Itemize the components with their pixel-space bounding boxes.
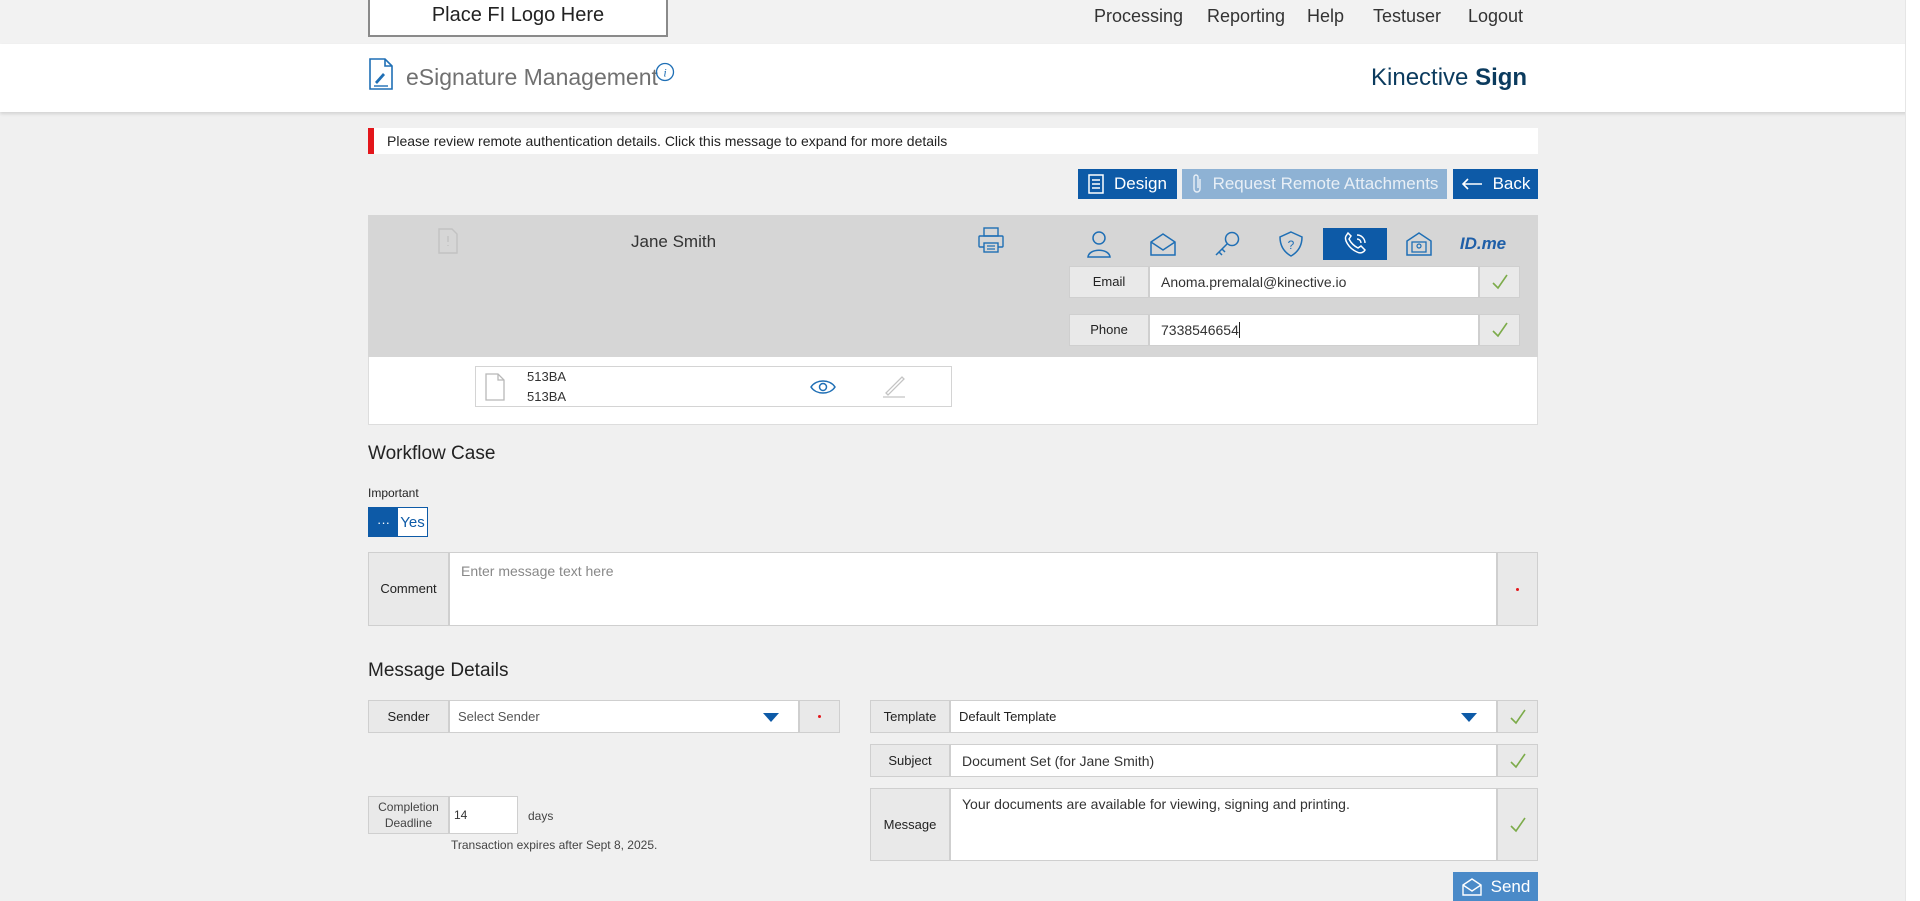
comment-label: Comment bbox=[368, 552, 449, 626]
info-icon[interactable]: i bbox=[655, 62, 675, 87]
message-label: Message bbox=[870, 788, 950, 861]
phone-field[interactable]: 7338546654 bbox=[1149, 314, 1479, 346]
sender-label: Sender bbox=[368, 700, 449, 733]
arrow-left-icon bbox=[1461, 178, 1482, 190]
chevron-down-icon bbox=[1461, 713, 1477, 722]
phone-icon[interactable] bbox=[1323, 228, 1387, 260]
message-section-title: Message Details bbox=[368, 660, 509, 681]
document-list-icon bbox=[1088, 174, 1104, 194]
signer-status-icon bbox=[436, 227, 460, 260]
paperclip-icon bbox=[1192, 174, 1201, 193]
app-header: eSignature Management i Kinective Sign bbox=[0, 44, 1920, 112]
deadline-unit: days bbox=[528, 809, 554, 823]
id-card-icon[interactable] bbox=[1387, 228, 1451, 260]
back-button[interactable]: Back bbox=[1453, 169, 1538, 199]
nav-help[interactable]: Help bbox=[1307, 4, 1344, 28]
email-icon[interactable] bbox=[1131, 228, 1195, 260]
sender-placeholder: Select Sender bbox=[458, 709, 540, 724]
message-value: Your documents are available for viewing… bbox=[962, 796, 1350, 812]
deadline-input[interactable]: 14 bbox=[449, 796, 518, 834]
toggle-off-knob: ··· bbox=[369, 508, 398, 536]
nav-reporting[interactable]: Reporting bbox=[1207, 4, 1285, 28]
required-dot-icon bbox=[1516, 587, 1519, 591]
message-textarea[interactable]: Your documents are available for viewing… bbox=[950, 788, 1497, 861]
shield-question-icon[interactable]: ? bbox=[1259, 228, 1323, 260]
sign-pen-icon[interactable] bbox=[880, 375, 908, 404]
subject-field[interactable]: Document Set (for Jane Smith) bbox=[950, 744, 1497, 777]
email-check-icon bbox=[1479, 266, 1520, 298]
deadline-label-line2: Deadline bbox=[384, 816, 433, 830]
template-value: Default Template bbox=[959, 709, 1057, 724]
request-attachments-label: Request Remote Attachments bbox=[1212, 174, 1439, 193]
phone-check-icon bbox=[1479, 314, 1520, 346]
template-label: Template bbox=[870, 700, 950, 733]
important-label: Important bbox=[368, 486, 419, 500]
envelope-icon bbox=[1461, 877, 1482, 896]
request-attachments-button[interactable]: Request Remote Attachments bbox=[1182, 169, 1447, 199]
key-icon[interactable] bbox=[1195, 228, 1259, 260]
signer-name: Jane Smith bbox=[631, 232, 717, 251]
deadline-label-line1: Completion bbox=[378, 800, 439, 814]
nav-logout[interactable]: Logout bbox=[1468, 4, 1523, 28]
comment-textarea[interactable]: Enter message text here bbox=[449, 552, 1497, 626]
sender-required-indicator bbox=[799, 700, 840, 733]
subject-label: Subject bbox=[870, 744, 950, 777]
text-cursor bbox=[1238, 322, 1240, 338]
email-label: Email bbox=[1069, 266, 1149, 298]
back-label: Back bbox=[1492, 174, 1531, 193]
nav-user[interactable]: Testuser bbox=[1373, 4, 1441, 28]
brand-name: Kinective bbox=[1371, 64, 1476, 91]
message-check-icon bbox=[1497, 788, 1538, 861]
send-button[interactable]: Send bbox=[1453, 872, 1538, 901]
comment-required-indicator bbox=[1497, 552, 1538, 626]
brand-name-bold: Sign bbox=[1475, 64, 1528, 91]
chevron-down-icon bbox=[763, 713, 779, 722]
document-subtitle: 513BA bbox=[527, 389, 567, 404]
person-icon[interactable] bbox=[1067, 228, 1131, 260]
deadline-label: Completion Deadline bbox=[368, 796, 449, 834]
email-field[interactable]: Anoma.premalal@kinective.io bbox=[1149, 266, 1479, 298]
comment-placeholder: Enter message text here bbox=[461, 563, 614, 579]
auth-alert-banner[interactable]: Please review remote authentication deta… bbox=[368, 128, 1538, 154]
svg-text:i: i bbox=[663, 66, 666, 80]
template-select[interactable]: Default Template bbox=[950, 700, 1497, 733]
send-label: Send bbox=[1490, 876, 1531, 896]
nav-processing[interactable]: Processing bbox=[1094, 4, 1183, 28]
design-button[interactable]: Design bbox=[1078, 169, 1177, 199]
template-check-icon bbox=[1497, 700, 1538, 733]
signer-panel: Jane Smith ? ID.me Email Anoma.premalal@… bbox=[368, 215, 1538, 357]
required-dot-icon bbox=[818, 715, 821, 718]
vertical-scrollbar[interactable] bbox=[1905, 0, 1920, 901]
brand-logo: Kinective Sign bbox=[1371, 64, 1527, 92]
workflow-section-title: Workflow Case bbox=[368, 443, 496, 464]
phone-value: 7338546654 bbox=[1161, 322, 1239, 338]
expiry-note: Transaction expires after Sept 8, 2025. bbox=[451, 838, 658, 852]
important-toggle[interactable]: ··· Yes bbox=[368, 507, 428, 537]
top-bar: Place FI Logo Here Processing Reporting … bbox=[0, 0, 1920, 44]
idme-icon[interactable]: ID.me bbox=[1451, 228, 1515, 260]
toggle-yes-label: Yes bbox=[400, 513, 425, 531]
sender-select[interactable]: Select Sender bbox=[449, 700, 799, 733]
document-icon bbox=[484, 372, 506, 407]
logo-placeholder: Place FI Logo Here bbox=[368, 0, 668, 37]
printer-icon[interactable] bbox=[976, 225, 1006, 260]
subject-check-icon bbox=[1497, 744, 1538, 777]
svg-text:?: ? bbox=[1288, 238, 1295, 252]
view-eye-icon[interactable] bbox=[809, 377, 837, 402]
document-row: 513BA 513BA bbox=[475, 366, 952, 407]
design-label: Design bbox=[1114, 174, 1167, 193]
document-name: 513BA bbox=[527, 369, 567, 384]
document-sign-icon bbox=[368, 58, 394, 95]
idme-label: ID.me bbox=[1459, 234, 1507, 253]
signer-documents: 513BA 513BA bbox=[368, 357, 1538, 425]
phone-label: Phone bbox=[1069, 314, 1149, 346]
page-title: eSignature Management bbox=[406, 64, 658, 90]
